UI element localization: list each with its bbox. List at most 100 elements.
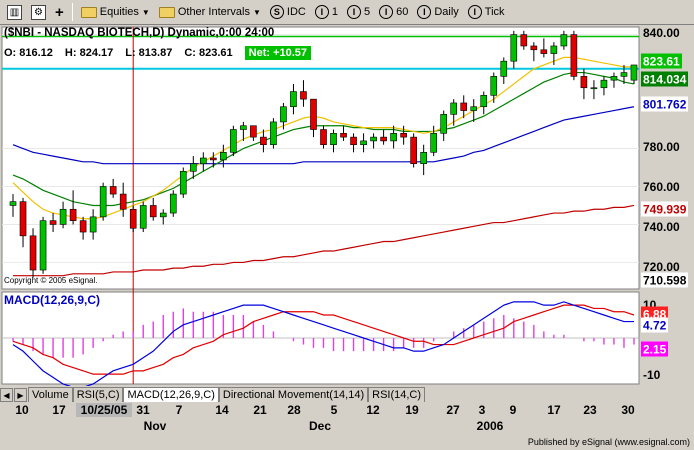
candle-body <box>179 170 187 195</box>
candle-body <box>79 220 87 233</box>
x-tick-label: 17 <box>547 403 561 417</box>
settings-icon: ⚙ <box>31 4 46 20</box>
intervals-label: Other Intervals <box>177 6 250 18</box>
chart-icon: ▥ <box>7 4 22 20</box>
settings-icon-button[interactable]: ⚙ <box>28 3 49 22</box>
x-tick-label: 17 <box>52 403 66 417</box>
y-tick-label: 740.00 <box>643 220 680 234</box>
candle-body <box>300 91 307 100</box>
candle-body <box>550 45 558 54</box>
open-value: O: 816.12 <box>4 47 53 59</box>
equities-dropdown[interactable]: Equities ▼ <box>78 3 153 22</box>
x-tick-label: 28 <box>287 403 301 417</box>
candle-body <box>370 136 377 142</box>
candle-body <box>200 157 207 164</box>
candle-body <box>590 87 598 90</box>
candle-body <box>440 114 447 134</box>
x-axis: 10 17 10/25/05 31 7 14 21 28 5 12 19 27 … <box>0 402 640 438</box>
interval-label: 5 <box>363 6 371 18</box>
divider <box>71 3 73 21</box>
publisher-footer: Published by eSignal (www.esignal.com) <box>527 437 690 447</box>
candle-body <box>600 79 608 89</box>
interval-i-icon: I <box>467 5 482 19</box>
candle-body <box>520 34 528 47</box>
macd-study-label[interactable]: MACD(12,26,9,C) <box>4 293 100 307</box>
candle-body <box>340 133 347 138</box>
candle-body <box>149 205 157 218</box>
candle-body <box>560 34 568 47</box>
y-tick-label: 780.00 <box>643 140 680 154</box>
x-tick-label: 12 <box>366 403 380 417</box>
y-tick-label: 760.00 <box>643 180 680 194</box>
candle-body <box>620 72 628 77</box>
candle-body <box>530 45 538 51</box>
high-value: H: 824.17 <box>64 47 114 59</box>
candle-body <box>220 152 227 161</box>
interval-label: Daily <box>434 6 459 18</box>
candle-body <box>540 49 548 54</box>
candle-body <box>99 186 107 218</box>
candle-body <box>19 201 27 237</box>
candle-body <box>420 152 427 164</box>
low-price-badge: 710.598 <box>641 272 689 288</box>
folder-icon <box>158 6 175 18</box>
x-tick-label: 10 <box>15 403 29 417</box>
folder-icon <box>80 6 97 18</box>
candle-body <box>139 205 147 229</box>
ohlc-readout: O: 816.12 H: 824.17 L: 813.87 C: 823.61 … <box>4 45 312 61</box>
interval-i-icon: I <box>346 5 361 19</box>
x-tick-label: 19 <box>405 403 419 417</box>
candle-body <box>250 125 257 138</box>
candle-body <box>129 208 137 229</box>
candle-body <box>460 102 468 111</box>
sma-mid-badge: 814.034 <box>641 71 689 87</box>
candle-body <box>290 91 297 108</box>
tab-macd[interactable]: MACD(12,26,9,C) <box>123 387 219 402</box>
tab-rsi-14[interactable]: RSI(14,C) <box>368 387 426 402</box>
net-change-badge: Net: +10.57 <box>244 46 312 60</box>
candle-body <box>430 133 437 153</box>
candle-body <box>320 129 327 146</box>
candle-body <box>380 136 387 142</box>
x-tick-label: 30 <box>621 403 635 417</box>
interval-tick[interactable]: I Tick <box>465 3 508 22</box>
chart-icon-button[interactable]: ▥ <box>4 3 25 22</box>
candle-body <box>59 208 67 225</box>
interval-5[interactable]: I5 <box>344 3 373 22</box>
candle-body <box>29 235 37 271</box>
low-value: L: 813.87 <box>125 47 173 59</box>
x-month-label: 2006 <box>476 419 504 433</box>
candle-body <box>630 64 638 81</box>
x-tick-label: 31 <box>136 403 150 417</box>
candle-body <box>49 220 57 225</box>
tab-rsi-5[interactable]: RSI(5,C) <box>72 387 124 402</box>
tab-scroll-right[interactable]: ▶ <box>14 388 27 402</box>
close-value: C: 823.61 <box>184 47 233 59</box>
interval-1[interactable]: I1 <box>312 3 341 22</box>
tab-scroll-left[interactable]: ◀ <box>0 388 13 402</box>
price-chart[interactable] <box>0 25 694 386</box>
add-button[interactable]: + <box>52 3 67 22</box>
tab-directional-movement[interactable]: Directional Movement(14,14) <box>218 387 369 402</box>
candle-body <box>500 60 508 77</box>
candle-body <box>570 34 578 77</box>
price-pane <box>1 26 640 290</box>
candle-body <box>510 34 518 62</box>
candle-body <box>390 133 397 142</box>
candle-body <box>350 136 357 146</box>
interval-idc[interactable]: S IDC <box>267 3 309 22</box>
candle-body <box>109 186 117 195</box>
equities-label: Equities <box>99 6 139 18</box>
candle-body <box>610 76 618 81</box>
candle-body <box>450 102 458 115</box>
candle-body <box>270 121 277 146</box>
plus-icon: + <box>55 3 64 21</box>
chart-title: ($NBI - NASDAQ BIOTECH,D) Dynamic,0:00 2… <box>4 27 275 39</box>
intervals-dropdown[interactable]: Other Intervals ▼ <box>156 3 264 22</box>
tab-volume[interactable]: Volume <box>28 387 73 402</box>
interval-daily[interactable]: I Daily <box>414 3 461 22</box>
interval-i-icon: I <box>417 5 432 19</box>
interval-60[interactable]: I 60 <box>376 3 411 22</box>
x-tick-label: 14 <box>215 403 229 417</box>
candle-body <box>330 133 337 146</box>
